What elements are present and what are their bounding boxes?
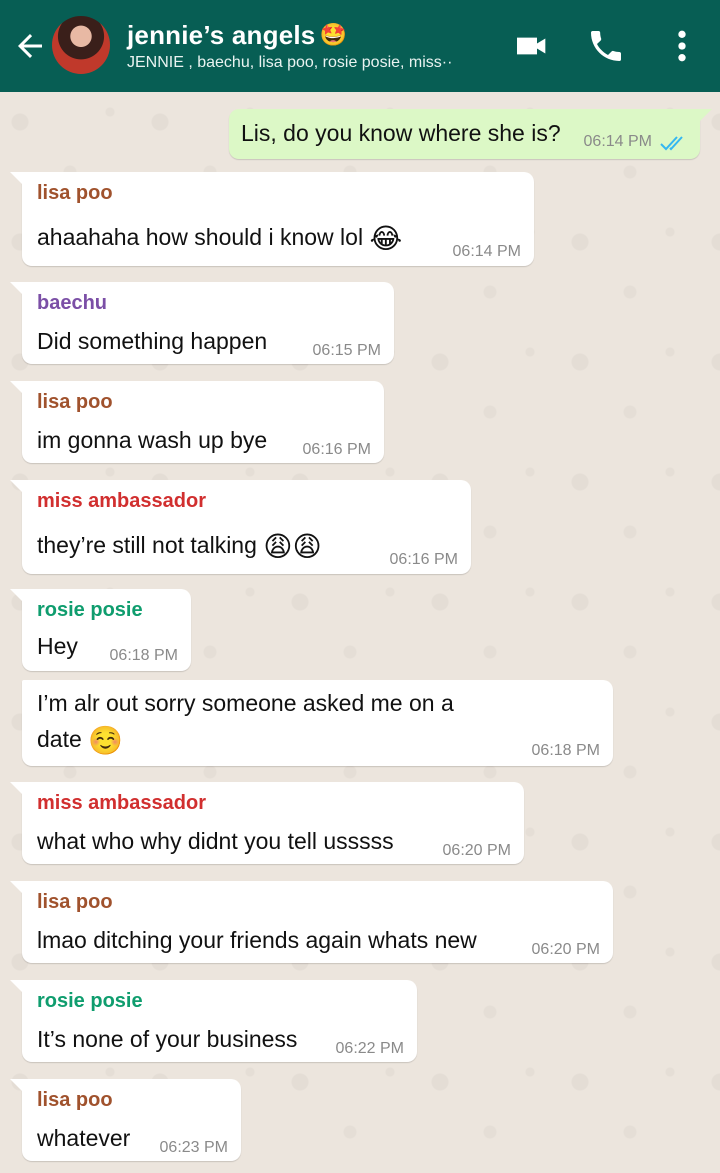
message-text: im gonna wash up bye <box>37 427 268 453</box>
message-text: I’m alr out sorry someone asked me on a <box>37 690 454 716</box>
message-time: 06:15 PM <box>312 342 381 359</box>
group-title-text: jennie’s angels <box>127 20 316 50</box>
message-text: they’re still not talking <box>37 532 257 558</box>
message-time: 06:20 PM <box>531 941 600 958</box>
message-time: 06:16 PM <box>389 551 458 568</box>
message-bubble[interactable]: miss ambassador what who why didnt you t… <box>10 782 524 864</box>
message-text: ahaahaha how should i know lol <box>37 224 364 250</box>
message-text: Lis, do you know where she is? <box>241 120 561 146</box>
message-text: whatever <box>37 1125 131 1151</box>
message-bubble[interactable]: lisa poo ahaahaha how should i know lol … <box>10 172 534 266</box>
video-call-icon[interactable] <box>512 26 552 66</box>
group-avatar[interactable] <box>52 16 110 74</box>
message-bubble[interactable]: lisa poo whatever 06:23 PM <box>10 1079 241 1161</box>
message-sender: miss ambassador <box>37 792 206 814</box>
group-title-emoji: 🤩 <box>319 22 348 47</box>
message-bubble[interactable]: baechu Did something happen 06:15 PM <box>10 282 394 364</box>
message-time: 06:14 PM <box>583 133 652 150</box>
message-sender: lisa poo <box>37 391 113 413</box>
message-text: what who why didnt you tell usssss <box>37 828 394 854</box>
message-sender: rosie posie <box>37 990 143 1012</box>
group-title[interactable]: jennie’s angels 🤩 <box>127 20 347 51</box>
message-emoji: 😩😩 <box>263 530 322 563</box>
message-text: Did something happen <box>37 328 268 354</box>
chat-header: jennie’s angels 🤩 JENNIE , baechu, lisa p… <box>0 0 720 92</box>
group-participants[interactable]: JENNIE , baechu, lisa poo, rosie posie, … <box>127 54 452 72</box>
message-time: 06:18 PM <box>531 742 600 759</box>
message-time: 06:14 PM <box>452 243 521 260</box>
more-options-icon[interactable] <box>662 26 702 66</box>
message-text: lmao ditching your friends again whats n… <box>37 927 477 953</box>
voice-call-icon[interactable] <box>586 26 626 66</box>
message-sender: lisa poo <box>37 182 113 204</box>
back-arrow-icon[interactable] <box>12 28 48 64</box>
message-text-line-2: date <box>37 726 82 752</box>
message-time: 06:16 PM <box>302 441 371 458</box>
message-bubble[interactable]: rosie posie It’s none of your business 0… <box>10 980 417 1062</box>
message-sender: lisa poo <box>37 891 113 913</box>
message-text: It’s none of your business <box>37 1026 298 1052</box>
message-bubble[interactable]: lisa poo im gonna wash up bye 06:16 PM <box>10 381 384 463</box>
message-bubble[interactable]: rosie posie Hey 06:18 PM <box>10 589 191 671</box>
message-time: 06:18 PM <box>109 647 178 664</box>
message-bubble[interactable]: I’m alr out sorry someone asked me on a … <box>22 680 613 766</box>
message-sender: miss ambassador <box>37 490 206 512</box>
message-sender: baechu <box>37 292 108 314</box>
message-sender: lisa poo <box>37 1089 113 1111</box>
message-text: Hey <box>37 633 78 659</box>
message-time: 06:20 PM <box>442 842 511 859</box>
message-time: 06:23 PM <box>159 1139 228 1156</box>
message-sender: rosie posie <box>37 599 143 621</box>
chat-area[interactable]: Lis, do you know where she is? 06:14 PM … <box>0 92 720 1173</box>
message-bubble-outgoing[interactable]: Lis, do you know where she is? 06:14 PM <box>229 109 712 159</box>
message-emoji: ☺️ <box>88 724 124 757</box>
read-receipt-icon <box>660 136 683 151</box>
message-bubble[interactable]: miss ambassador they’re still not talkin… <box>10 480 471 574</box>
message-time: 06:22 PM <box>335 1040 404 1057</box>
message-bubble[interactable]: lisa poo lmao ditching your friends agai… <box>10 881 613 963</box>
message-emoji: 😂 <box>369 222 403 255</box>
